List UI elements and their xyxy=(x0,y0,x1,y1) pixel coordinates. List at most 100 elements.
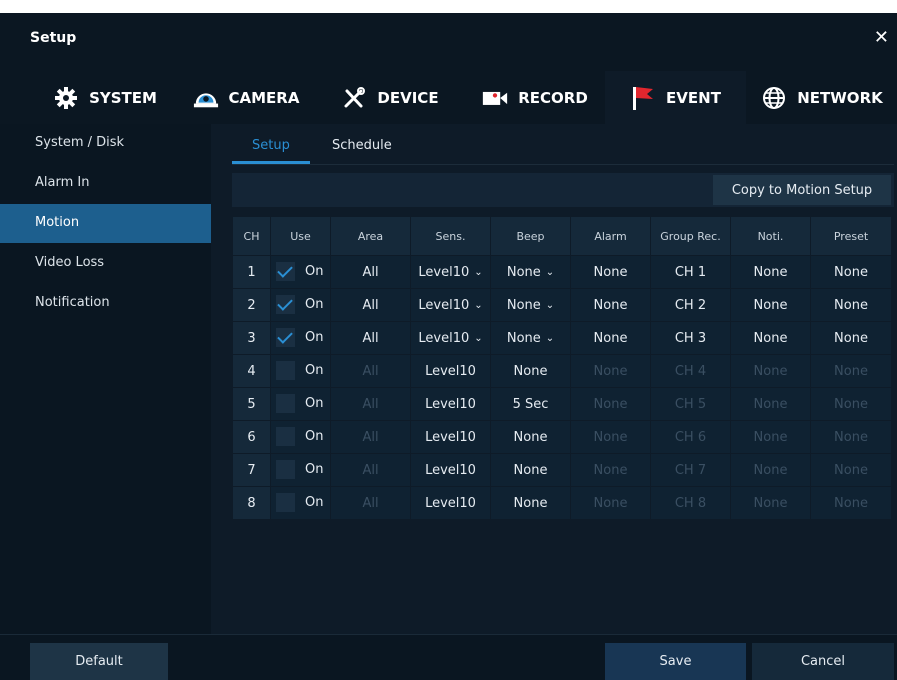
sens-cell: Level10 xyxy=(411,487,490,519)
noti-cell[interactable]: None xyxy=(731,256,810,288)
preset-cell: None xyxy=(811,421,891,453)
beep-cell: None ⌄ xyxy=(491,322,570,354)
channel-number: 3 xyxy=(233,322,270,354)
sidebar-item-label: Alarm In xyxy=(35,175,90,190)
tab-event[interactable]: EVENT xyxy=(605,71,746,124)
use-cell: On xyxy=(271,355,330,387)
sens-value: Level10 xyxy=(418,264,470,280)
use-cell: On xyxy=(271,256,330,288)
alarm-cell[interactable]: None xyxy=(571,289,650,321)
sidebar: System / Disk Alarm In Motion Video Loss… xyxy=(0,124,211,634)
sens-cell: Level10 ⌄ xyxy=(411,289,490,321)
subtab-setup[interactable]: Setup xyxy=(252,138,290,153)
save-button[interactable]: Save xyxy=(605,643,746,680)
use-checkbox[interactable] xyxy=(276,361,295,380)
beep-select[interactable]: None ⌄ xyxy=(507,331,554,346)
group-rec-cell: CH 5 xyxy=(651,388,730,420)
group-rec-cell[interactable]: CH 1 xyxy=(651,256,730,288)
preset-cell[interactable]: None xyxy=(811,256,891,288)
area-cell: All xyxy=(331,355,410,387)
gear-icon xyxy=(53,85,79,111)
use-checkbox[interactable] xyxy=(276,460,295,479)
sidebar-item-alarm-in[interactable]: Alarm In xyxy=(0,164,211,203)
group-rec-cell: CH 4 xyxy=(651,355,730,387)
sens-select[interactable]: Level10 ⌄ xyxy=(418,331,482,346)
alarm-cell: None xyxy=(571,388,650,420)
default-button[interactable]: Default xyxy=(30,643,168,680)
area-cell[interactable]: All xyxy=(331,289,410,321)
sidebar-item-label: System / Disk xyxy=(35,135,125,150)
sens-select[interactable]: Level10 ⌄ xyxy=(418,265,482,280)
tab-camera[interactable]: CAMERA xyxy=(186,71,306,124)
subtab-divider xyxy=(232,164,894,165)
use-checkbox[interactable] xyxy=(276,262,295,281)
sidebar-item-label: Video Loss xyxy=(35,255,105,270)
beep-cell: None xyxy=(491,421,570,453)
close-icon[interactable]: ✕ xyxy=(874,27,889,48)
table-row: 4 On All Level10 None None CH 4 None None xyxy=(233,355,891,387)
use-checkbox[interactable] xyxy=(276,427,295,446)
chevron-down-icon: ⌄ xyxy=(545,299,555,311)
use-label: On xyxy=(305,363,324,378)
tab-record[interactable]: RECORD xyxy=(470,71,600,124)
sens-select[interactable]: Level10 ⌄ xyxy=(418,298,482,313)
group-rec-cell[interactable]: CH 3 xyxy=(651,322,730,354)
preset-cell[interactable]: None xyxy=(811,322,891,354)
sidebar-item-video-loss[interactable]: Video Loss xyxy=(0,244,211,283)
beep-cell: 5 Sec xyxy=(491,388,570,420)
group-rec-cell[interactable]: CH 2 xyxy=(651,289,730,321)
table-row: 7 On All Level10 None None CH 7 None None xyxy=(233,454,891,486)
sens-cell: Level10 xyxy=(411,421,490,453)
column-header: Noti. xyxy=(731,217,810,255)
noti-cell[interactable]: None xyxy=(731,322,810,354)
window-title: Setup xyxy=(30,30,77,46)
use-checkbox[interactable] xyxy=(276,295,295,314)
tab-device[interactable]: DEVICE xyxy=(330,71,450,124)
group-rec-cell: CH 8 xyxy=(651,487,730,519)
beep-value: None xyxy=(506,297,541,313)
tab-label: RECORD xyxy=(518,88,588,107)
column-header: Sens. xyxy=(411,217,490,255)
setup-window: Setup ✕ SYSTEM CAMERA DEVICE RECORD EVEN… xyxy=(0,13,897,680)
area-cell: All xyxy=(331,388,410,420)
flag-icon xyxy=(630,85,656,111)
use-cell: On xyxy=(271,454,330,486)
alarm-cell: None xyxy=(571,355,650,387)
preset-cell[interactable]: None xyxy=(811,289,891,321)
chevron-down-icon: ⌄ xyxy=(474,332,483,344)
table-header-row: CH Use Area Sens. Beep Alarm Group Rec. … xyxy=(233,217,891,255)
sidebar-item-system-disk[interactable]: System / Disk xyxy=(0,124,211,163)
use-cell: On xyxy=(271,289,330,321)
chevron-down-icon: ⌄ xyxy=(545,266,555,278)
use-checkbox[interactable] xyxy=(276,493,295,512)
beep-select[interactable]: None ⌄ xyxy=(507,298,554,313)
cancel-button[interactable]: Cancel xyxy=(752,643,894,680)
sidebar-item-label: Notification xyxy=(35,295,110,310)
tab-label: EVENT xyxy=(666,88,721,107)
beep-select[interactable]: None ⌄ xyxy=(507,265,554,280)
use-checkbox[interactable] xyxy=(276,328,295,347)
use-checkbox[interactable] xyxy=(276,394,295,413)
subtab-schedule[interactable]: Schedule xyxy=(332,138,392,153)
beep-cell: None xyxy=(491,487,570,519)
alarm-cell[interactable]: None xyxy=(571,322,650,354)
area-cell[interactable]: All xyxy=(331,256,410,288)
copy-to-motion-setup-button[interactable]: Copy to Motion Setup xyxy=(713,175,891,205)
chevron-down-icon: ⌄ xyxy=(545,332,555,344)
sens-cell: Level10 xyxy=(411,355,490,387)
beep-cell: None ⌄ xyxy=(491,256,570,288)
noti-cell[interactable]: None xyxy=(731,289,810,321)
channel-number: 1 xyxy=(233,256,270,288)
toolbar: Copy to Motion Setup xyxy=(232,173,894,207)
table-row: 8 On All Level10 None None CH 8 None None xyxy=(233,487,891,519)
sidebar-item-notification[interactable]: Notification xyxy=(0,284,211,323)
tab-system[interactable]: SYSTEM xyxy=(40,71,170,124)
beep-cell: None ⌄ xyxy=(491,289,570,321)
area-cell: All xyxy=(331,421,410,453)
sidebar-item-motion[interactable]: Motion xyxy=(0,204,211,243)
group-rec-cell: CH 6 xyxy=(651,421,730,453)
tab-network[interactable]: NETWORK xyxy=(757,71,887,124)
motion-table: CH Use Area Sens. Beep Alarm Group Rec. … xyxy=(232,216,892,520)
area-cell[interactable]: All xyxy=(331,322,410,354)
alarm-cell[interactable]: None xyxy=(571,256,650,288)
